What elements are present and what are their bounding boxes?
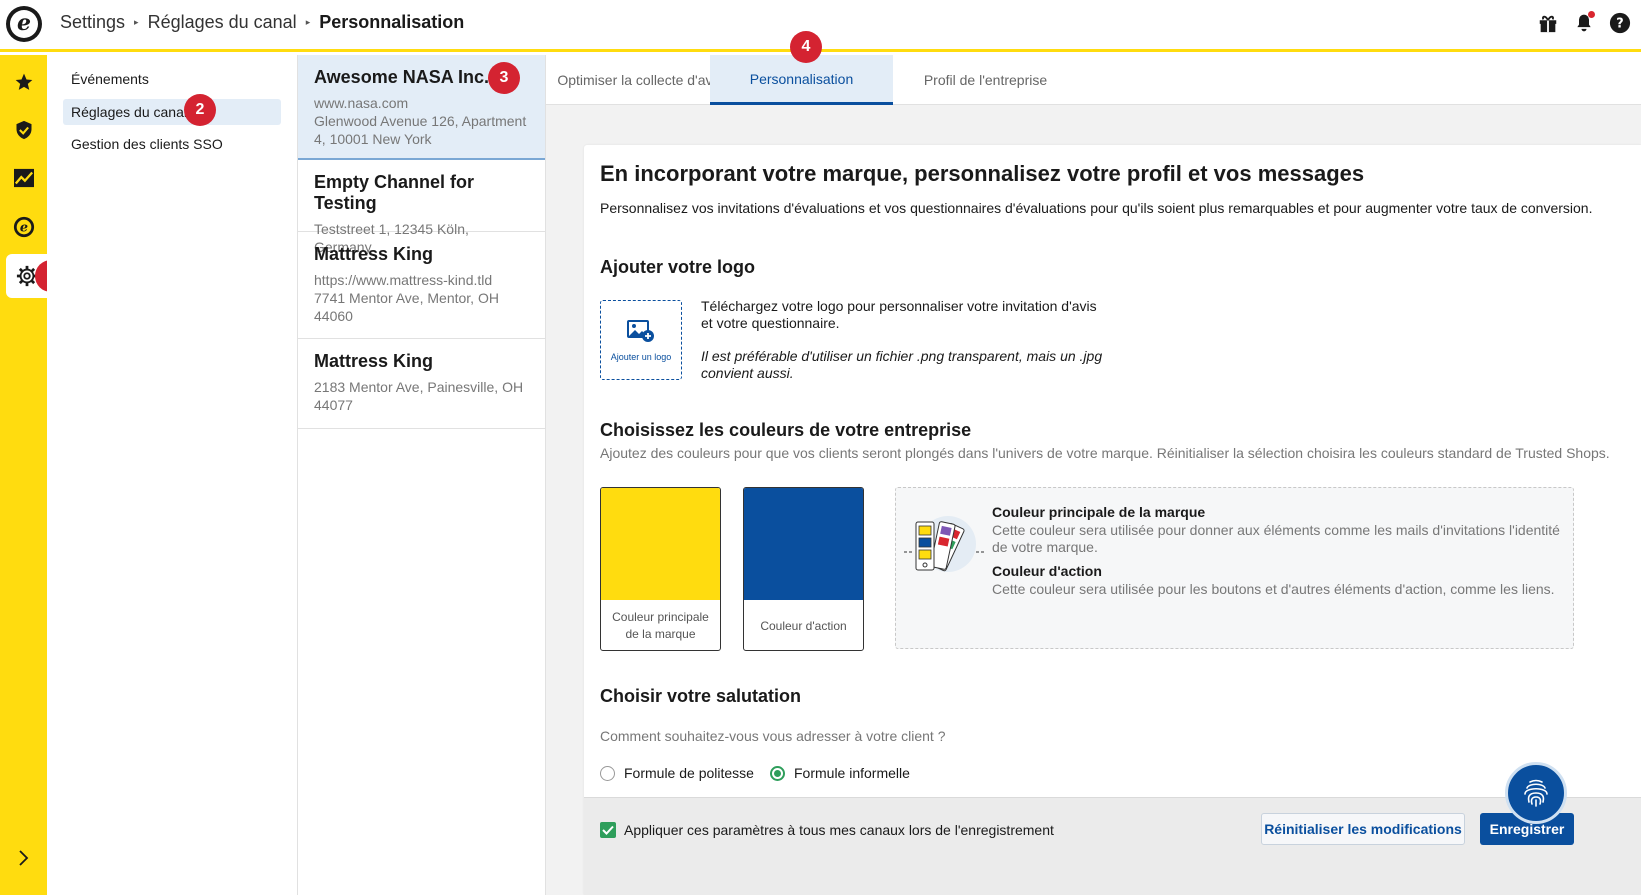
action-color-picker[interactable]: Couleur d'action [743, 487, 864, 651]
apply-all-label: Appliquer ces paramètres à tous mes cana… [624, 822, 1054, 838]
page-intro: Personnalisez vos invitations d'évaluati… [600, 200, 1593, 216]
channel-address: 7741 Mentor Ave, Mentor, OH [314, 290, 499, 306]
logo-hint-text: Il est préférable d'utiliser un fichier … [701, 348, 1103, 381]
channel-address: Glenwood Avenue 126, Apartment [314, 113, 527, 129]
logo-desc-text: Téléchargez votre logo pour personnalise… [701, 298, 1097, 331]
salutation-formal-option[interactable]: Formule de politesse [600, 765, 754, 781]
add-logo-label: Ajouter un logo [610, 352, 672, 362]
help-icon[interactable]: ? [1607, 10, 1633, 36]
salutation-question: Comment souhaitez-vous vous adresser à v… [600, 728, 946, 744]
channel-url: www.nasa.com [314, 95, 409, 111]
reset-changes-button[interactable]: Réinitialiser les modifications [1261, 813, 1465, 845]
channel-address: 4, 10001 New York [314, 131, 432, 147]
channel-item[interactable]: Mattress King https://www.mattress-kind.… [298, 232, 545, 339]
gift-icon[interactable] [1535, 10, 1561, 36]
svg-text:e: e [19, 221, 27, 236]
formal-label: Formule de politesse [624, 765, 754, 781]
fingerprint-icon [1524, 779, 1548, 807]
channel-item[interactable]: Empty Channel for Testing Teststreet 1, … [298, 160, 545, 255]
step-badge-3: 3 [488, 62, 520, 94]
channel-address: 2183 Mentor Ave, Painesville, OH [314, 379, 524, 395]
app-rail: e [0, 55, 47, 895]
breadcrumb-separator-icon: ▸ [305, 17, 311, 27]
logo-description: Téléchargez votre logo pour personnalise… [701, 298, 1111, 382]
colors-heading: Choisissez les couleurs de votre entrepr… [600, 420, 972, 440]
subnav-item-channel-settings[interactable]: Réglages du canal [63, 99, 281, 125]
salutation-heading: Choisir votre salutation [600, 686, 802, 706]
tab-optimize-collection[interactable]: Optimiser la collecte d'avis [546, 55, 734, 105]
formal-radio[interactable] [600, 765, 615, 781]
action-color-swatch[interactable] [744, 488, 863, 600]
breadcrumb-channel-settings[interactable]: Réglages du canal [148, 12, 297, 33]
logo-heading: Ajouter votre logo [600, 257, 756, 277]
primary-color-label: Couleur principale de la marque [612, 610, 709, 641]
personalisation-card: En incorporant votre marque, personnalis… [584, 145, 1641, 895]
colors-description: Ajoutez des couleurs pour que vos client… [600, 445, 1610, 461]
primary-color-info-title: Couleur principale de la marque [992, 504, 1206, 520]
action-color-label: Couleur d'action [760, 618, 847, 633]
channel-name: Mattress King [314, 244, 434, 264]
subnav-item-sso-clients[interactable]: Gestion des clients SSO [63, 131, 281, 157]
add-image-icon [627, 320, 654, 342]
star-icon[interactable] [0, 60, 47, 104]
check-icon [602, 825, 614, 835]
apply-all-channels-option[interactable]: Appliquer ces paramètres à tous mes cana… [600, 822, 1054, 838]
informal-radio[interactable] [770, 765, 785, 781]
settings-subnav: Événements Réglages du canal Gestion des… [47, 55, 297, 895]
step-badge-4: 4 [790, 31, 822, 63]
color-info-box: Couleur principale de la marque Cette co… [895, 487, 1574, 649]
breadcrumb-current: Personnalisation [319, 12, 465, 32]
svg-text:?: ? [1616, 17, 1623, 32]
page-title: En incorporant votre marque, personnalis… [600, 161, 1365, 186]
breadcrumb: Settings ▸ Réglages du canal ▸ Personnal… [60, 12, 464, 33]
tab-company-profile[interactable]: Profil de l'entreprise [893, 55, 1078, 105]
step-badge-2: 2 [184, 94, 216, 126]
chart-icon[interactable] [0, 156, 47, 200]
shield-check-icon[interactable] [0, 108, 47, 152]
add-logo-button[interactable]: Ajouter un logo [600, 300, 682, 380]
breadcrumb-separator-icon: ▸ [134, 17, 139, 27]
trusted-e-icon[interactable]: e [0, 205, 47, 249]
channel-address: 44077 [314, 397, 353, 413]
primary-color-picker[interactable]: Couleur principale de la marque [600, 487, 721, 651]
informal-label: Formule informelle [794, 765, 910, 781]
channel-name: Empty Channel for Testing [314, 172, 475, 213]
action-color-info-title: Couleur d'action [992, 563, 1102, 579]
chevron-right-icon[interactable] [0, 838, 47, 878]
breadcrumb-settings[interactable]: Settings [60, 12, 125, 33]
save-footer: Appliquer ces paramètres à tous mes cana… [584, 797, 1641, 895]
primary-color-swatch[interactable] [601, 488, 720, 600]
channel-item[interactable]: Mattress King 2183 Mentor Ave, Painesvil… [298, 339, 545, 429]
trusted-shops-logo[interactable]: e [6, 6, 42, 42]
channel-address: 44060 [314, 308, 353, 324]
salutation-informal-option[interactable]: Formule informelle [770, 765, 910, 781]
bell-icon[interactable] [1571, 10, 1597, 36]
tab-bar: Optimiser la collecte d'avis Personnalis… [546, 55, 1641, 105]
color-palette-icon [904, 516, 984, 572]
subnav-item-events[interactable]: Événements [63, 66, 281, 92]
notification-dot [1588, 11, 1595, 18]
fingerprint-button[interactable] [1505, 762, 1567, 824]
channel-url: https://www.mattress-kind.tld [314, 272, 493, 288]
primary-color-info-text: Cette couleur sera utilisée pour donner … [992, 522, 1560, 555]
channel-name: Mattress King [314, 351, 434, 371]
channel-list: Awesome NASA Inc. www.nasa.com Glenwood … [297, 55, 546, 895]
action-color-info-text: Cette couleur sera utilisée pour les bou… [992, 581, 1555, 597]
main-content: Optimiser la collecte d'avis Personnalis… [546, 55, 1641, 895]
apply-all-checkbox[interactable] [600, 822, 616, 838]
